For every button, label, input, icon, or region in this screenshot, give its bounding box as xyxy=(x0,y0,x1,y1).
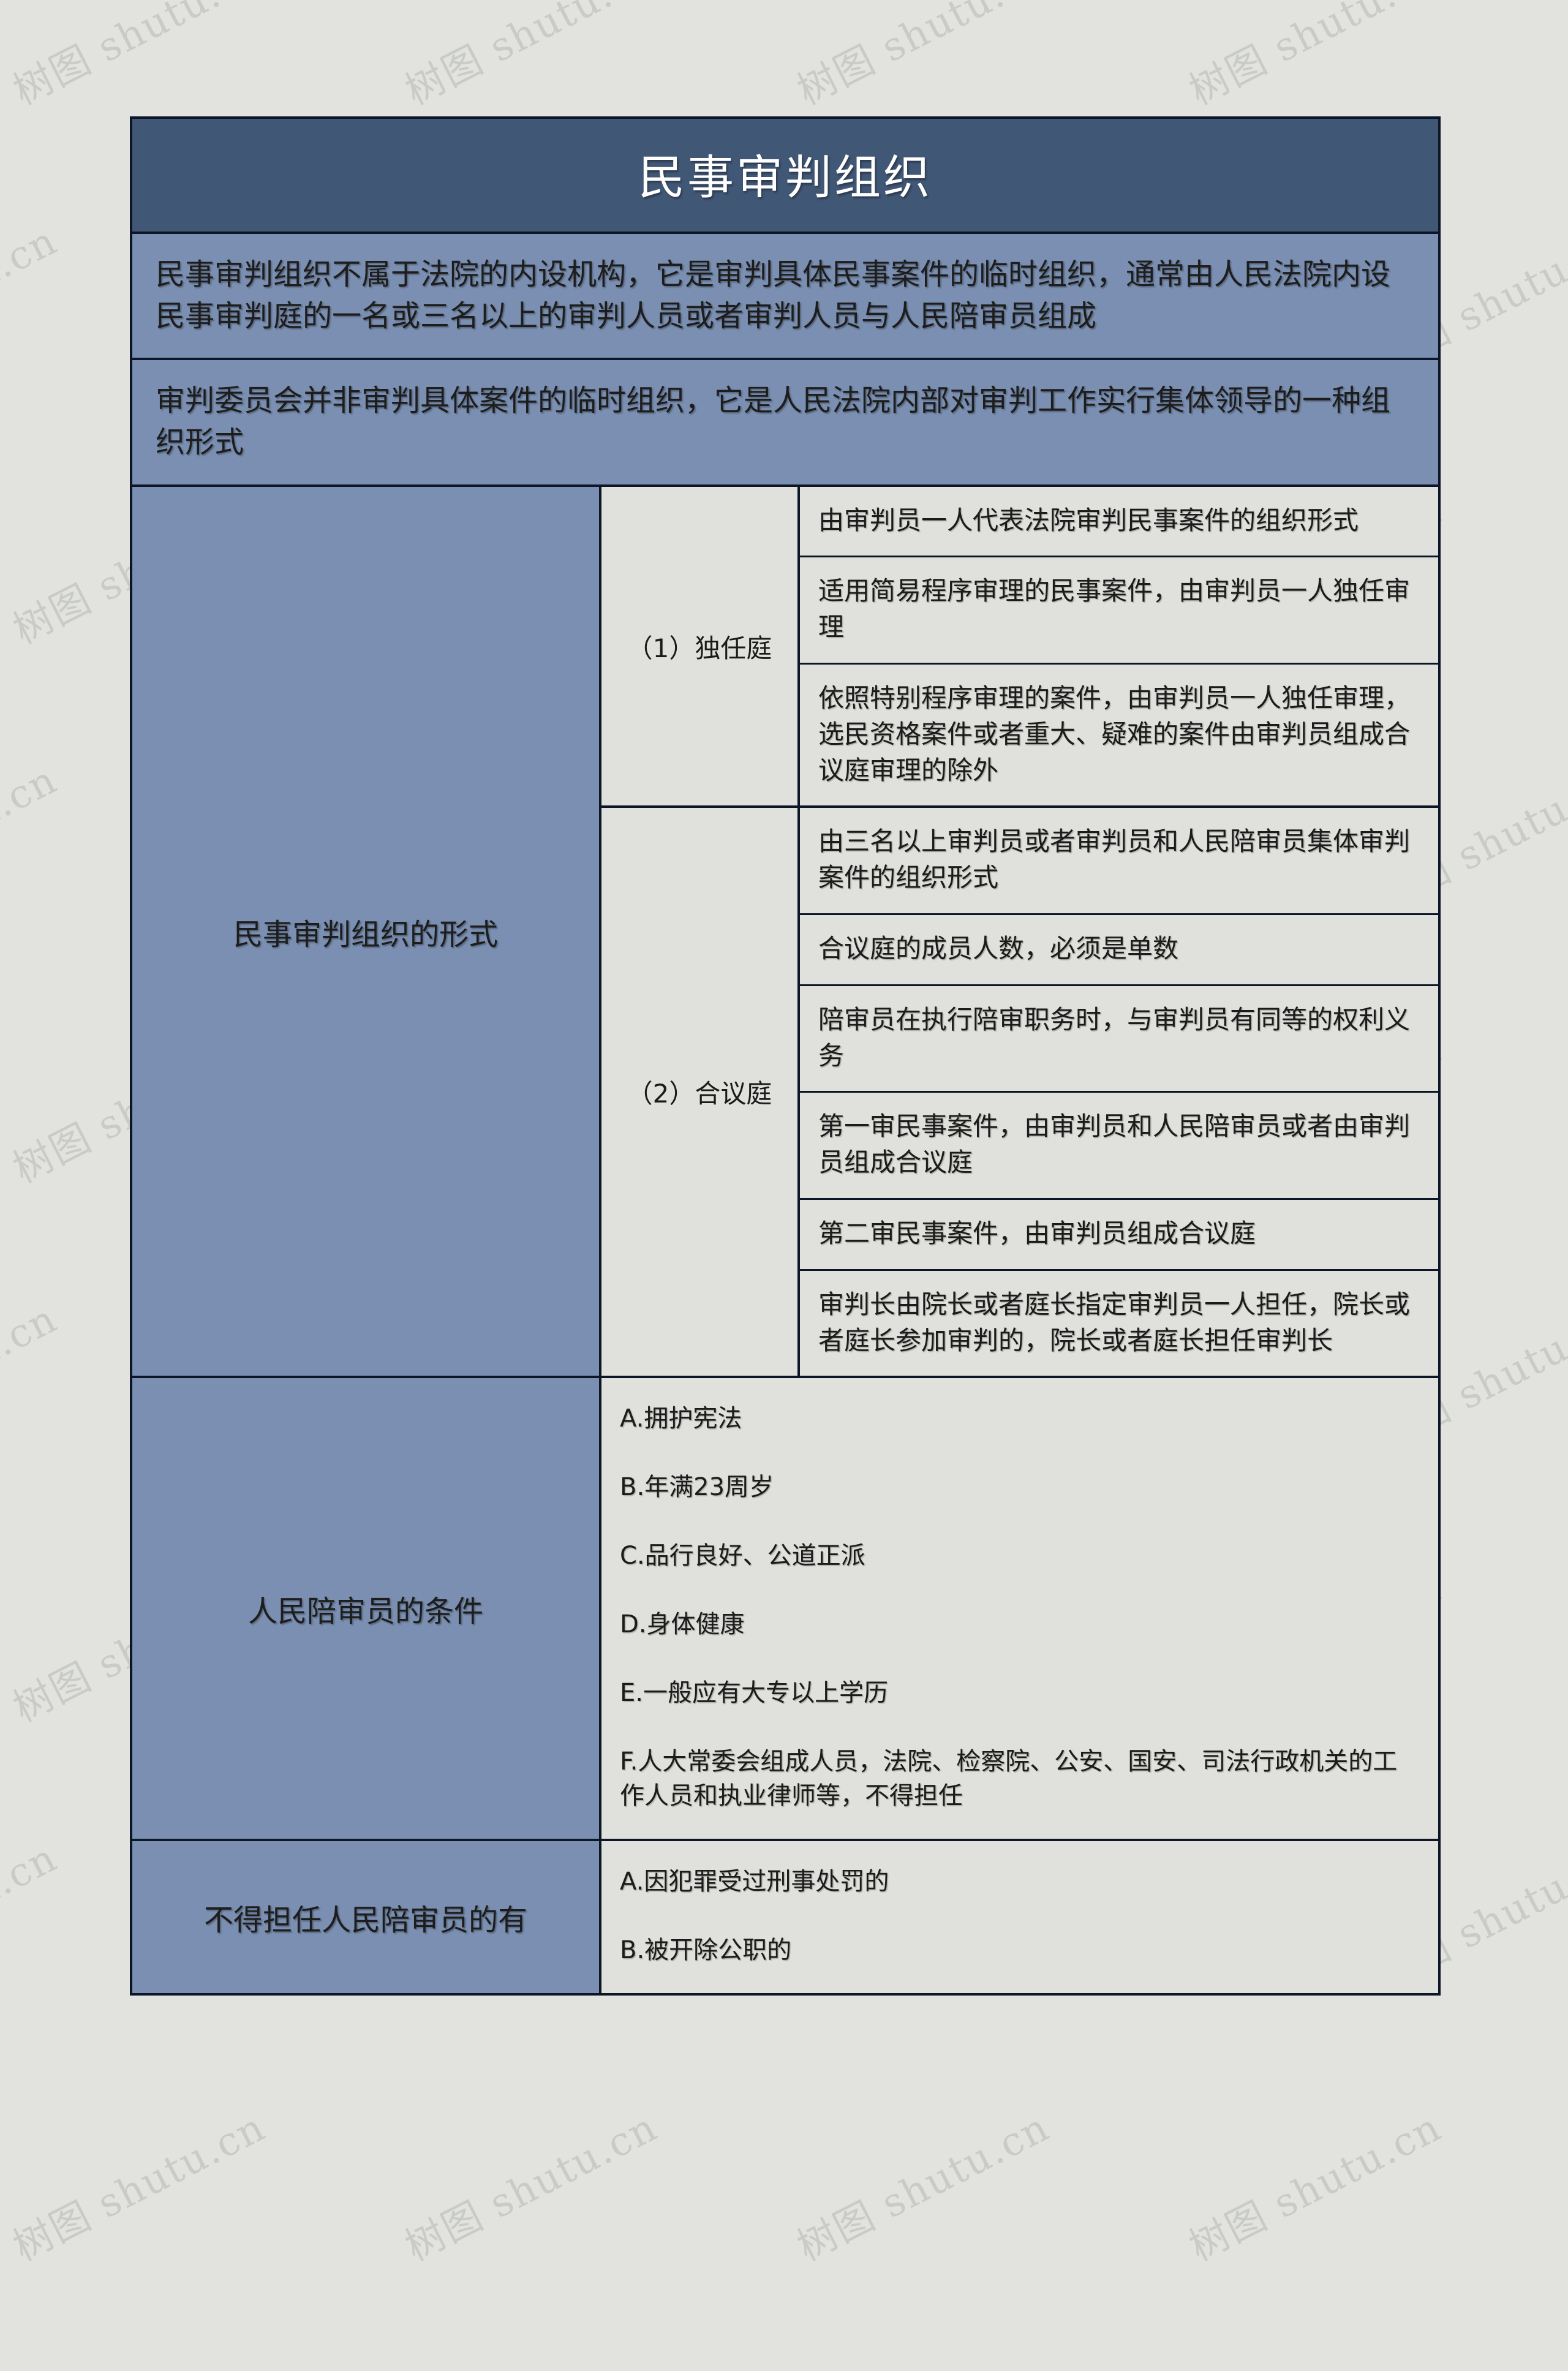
intro-paragraph-1: 民事审判组织不属于法院的内设机构，它是审判具体民事案件的临时组织，通常由人民法院… xyxy=(132,234,1438,361)
watermark-text: 树图 shutu.cn xyxy=(1182,2105,1449,2271)
leaf-item: 第一审民事案件，由审判员和人民陪审员或者由审判员组成合议庭 xyxy=(800,1093,1438,1200)
leaf-container-solo-bench: 由审判员一人代表法院审判民事案件的组织形式 适用简易程序审理的民事案件，由审判员… xyxy=(800,486,1438,806)
list-item: C.品行良好、公道正派 xyxy=(620,1542,865,1570)
list-item: B.被开除公职的 xyxy=(620,1936,792,1965)
section-forms: 民事审判组织的形式 （1）独任庭 由审判员一人代表法院审判民事案件的组织形式 适… xyxy=(132,486,1438,1379)
category-label-juror-disqualifications: 不得担任人民陪审员的有 xyxy=(132,1841,601,1994)
leaf-item: 第二审民事案件，由审判员组成合议庭 xyxy=(800,1199,1438,1271)
list-juror-conditions: A.拥护宪法 B.年满23周岁 C.品行良好、公道正派 D.身体健康 E.一般应… xyxy=(601,1378,1438,1839)
watermark-text: 树图 shutu.cn xyxy=(1362,2366,1568,2371)
watermark-text: 树图 shutu.cn xyxy=(0,2366,65,2371)
category-label-juror-conditions: 人民陪审员的条件 xyxy=(132,1378,601,1839)
watermark-text: 树图 shutu.cn xyxy=(790,2105,1057,2271)
leaf-container-collegial-panel: 由三名以上审判员或者审判员和人民陪审员集体审判案件的组织形式 合议庭的成员人数，… xyxy=(800,808,1438,1376)
leaf-item: 审判长由院长或者庭长指定审判员一人担任，院长或者庭长参加审判的，院长或者庭长担任… xyxy=(800,1270,1438,1376)
leaf-item: 合议庭的成员人数，必须是单数 xyxy=(800,915,1438,986)
watermark-text: 树图 shutu.cn xyxy=(0,1296,64,1461)
section-juror-conditions: 人民陪审员的条件 A.拥护宪法 B.年满23周岁 C.品行良好、公道正派 D.身… xyxy=(132,1378,1438,1842)
list-item: A.因犯罪受过刑事处罚的 xyxy=(620,1868,889,1896)
subgroup-label-solo-bench: （1）独任庭 xyxy=(601,486,800,806)
watermark-text: 树图 shutu.cn xyxy=(186,2366,458,2371)
watermark-text: 树图 shutu.cn xyxy=(970,2366,1242,2371)
leaf-item: 由审判员一人代表法院审判民事案件的组织形式 xyxy=(800,486,1438,558)
list-item: B.年满23周岁 xyxy=(620,1473,774,1502)
watermark-text: 树图 shutu.cn xyxy=(0,1835,64,2000)
leaf-item: 由三名以上审判员或者审判员和人民陪审员集体审判案件的组织形式 xyxy=(800,808,1438,915)
mindmap-table: 民事审判组织 民事审判组织不属于法院的内设机构，它是审判具体民事案件的临时组织，… xyxy=(130,116,1441,1996)
watermark-text: 树图 shutu.cn xyxy=(0,218,64,383)
list-item: F.人大常委会组成人员，法院、检察院、公安、国安、司法行政机关的工作人员和执业律… xyxy=(620,1747,1398,1811)
watermark-text: 树图 shutu.cn xyxy=(398,0,665,115)
watermark-text: 树图 shutu.cn xyxy=(1182,0,1449,115)
watermark-text: 树图 shutu.cn xyxy=(6,2105,273,2271)
leaf-item: 适用简易程序审理的民事案件，由审判员一人独任审理 xyxy=(800,557,1438,665)
list-item: A.拥护宪法 xyxy=(620,1404,742,1433)
subgroup-collegial-panel: （2）合议庭 由三名以上审判员或者审判员和人民陪审员集体审判案件的组织形式 合议… xyxy=(601,808,1438,1376)
list-juror-disqualifications: A.因犯罪受过刑事处罚的 B.被开除公职的 xyxy=(601,1841,1438,1994)
subgroup-container-forms: （1）独任庭 由审判员一人代表法院审判民事案件的组织形式 适用简易程序审理的民事… xyxy=(601,486,1438,1376)
page-title: 民事审判组织 xyxy=(132,119,1438,234)
intro-paragraph-2: 审判委员会并非审判具体案件的临时组织，它是人民法院内部对审判工作实行集体领导的一… xyxy=(132,360,1438,487)
watermark-text: 树图 shutu.cn xyxy=(6,0,273,115)
subgroup-label-collegial-panel: （2）合议庭 xyxy=(601,808,800,1376)
watermark-text: 树图 shutu.cn xyxy=(398,2105,665,2271)
list-item: D.身体健康 xyxy=(620,1610,745,1639)
list-item: E.一般应有大专以上学历 xyxy=(620,1679,888,1708)
category-label-forms: 民事审判组织的形式 xyxy=(132,486,601,1376)
subgroup-solo-bench: （1）独任庭 由审判员一人代表法院审判民事案件的组织形式 适用简易程序审理的民事… xyxy=(601,486,1438,809)
section-juror-disqualifications: 不得担任人民陪审员的有 A.因犯罪受过刑事处罚的 B.被开除公职的 xyxy=(132,1841,1438,1994)
leaf-item: 依照特别程序审理的案件，由审判员一人独任审理，选民资格案件或者重大、疑难的案件由… xyxy=(800,665,1438,806)
watermark-text: 树图 shutu.cn xyxy=(578,2366,850,2371)
watermark-text: 树图 shutu.cn xyxy=(0,757,64,922)
watermark-text: 树图 shutu.cn xyxy=(790,0,1057,115)
leaf-item: 陪审员在执行陪审职务时，与审判员有同等的权利义务 xyxy=(800,986,1438,1093)
